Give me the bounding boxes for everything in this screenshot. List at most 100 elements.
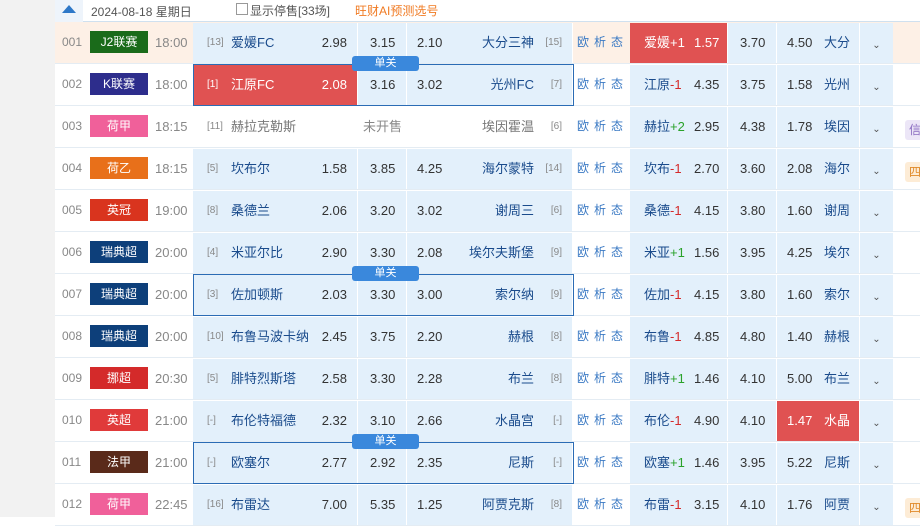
handicap-home-cell[interactable]: 江原 -1 4.35 bbox=[630, 65, 728, 105]
expand-chevron-icon[interactable]: ⌄ bbox=[860, 107, 893, 147]
show-suspended-checkbox[interactable] bbox=[236, 3, 248, 15]
handicap-home-cell[interactable]: 腓特 +1 1.46 bbox=[630, 359, 728, 399]
link-xi[interactable]: 析 bbox=[594, 497, 609, 511]
league-badge[interactable]: 瑞典超 bbox=[90, 283, 148, 305]
handicap-home-cell[interactable]: 坎布 -1 2.70 bbox=[630, 149, 728, 189]
link-ou[interactable]: 欧 bbox=[577, 371, 592, 385]
home-odds-cell[interactable]: [8] 桑德兰 2.06 bbox=[193, 191, 358, 231]
handicap-draw-cell[interactable]: 3.80 bbox=[728, 191, 777, 231]
away-odds-cell[interactable]: 4.25 海尔蒙特 [14] bbox=[407, 149, 573, 189]
home-odds-cell[interactable]: [-] 欧塞尔 2.77 bbox=[193, 443, 358, 483]
link-xi[interactable]: 析 bbox=[594, 245, 609, 259]
draw-odds-cell[interactable]: 2.92 bbox=[358, 443, 407, 483]
draw-odds-cell[interactable]: 5.35 bbox=[358, 485, 407, 525]
ai-prediction-link[interactable]: 旺财AI预测选号 bbox=[355, 2, 438, 19]
home-odds-cell[interactable]: [1] 江原FC 2.08 bbox=[193, 65, 358, 105]
home-odds-cell[interactable]: [-] 布伦特福德 2.32 bbox=[193, 401, 358, 441]
handicap-draw-cell[interactable]: 3.60 bbox=[728, 149, 777, 189]
handicap-draw-cell[interactable]: 3.75 bbox=[728, 65, 777, 105]
link-ou[interactable]: 欧 bbox=[577, 413, 592, 427]
link-xi[interactable]: 析 bbox=[594, 371, 609, 385]
draw-odds-cell[interactable]: 3.30 bbox=[358, 275, 407, 315]
handicap-home-cell[interactable]: 布鲁 -1 4.85 bbox=[630, 317, 728, 357]
handicap-away-cell[interactable]: 1.58 光州 bbox=[777, 65, 860, 105]
link-ou[interactable]: 欧 bbox=[577, 77, 592, 91]
link-ou[interactable]: 欧 bbox=[577, 497, 592, 511]
handicap-away-cell[interactable]: 1.76 阿贾 bbox=[777, 485, 860, 525]
expand-chevron-icon[interactable]: ⌄ bbox=[860, 317, 893, 357]
link-xi[interactable]: 析 bbox=[594, 203, 609, 217]
home-odds-cell[interactable]: [4] 米亚尔比 2.90 bbox=[193, 233, 358, 273]
link-xi[interactable]: 析 bbox=[594, 413, 609, 427]
league-badge[interactable]: J2联赛 bbox=[90, 31, 148, 53]
handicap-draw-cell[interactable]: 3.95 bbox=[728, 233, 777, 273]
link-xi[interactable]: 析 bbox=[594, 119, 609, 133]
league-badge[interactable]: 瑞典超 bbox=[90, 241, 148, 263]
link-ou[interactable]: 欧 bbox=[577, 203, 592, 217]
link-tai[interactable]: 态 bbox=[611, 77, 626, 91]
handicap-home-cell[interactable]: 欧塞 +1 1.46 bbox=[630, 443, 728, 483]
link-tai[interactable]: 态 bbox=[611, 161, 626, 175]
link-xi[interactable]: 析 bbox=[594, 329, 609, 343]
handicap-draw-cell[interactable]: 4.10 bbox=[728, 485, 777, 525]
link-ou[interactable]: 欧 bbox=[577, 287, 592, 301]
expand-chevron-icon[interactable]: ⌄ bbox=[860, 233, 893, 273]
expand-chevron-icon[interactable]: ⌄ bbox=[860, 359, 893, 399]
link-ou[interactable]: 欧 bbox=[577, 35, 592, 49]
away-odds-cell[interactable]: 3.02 光州FC [7] bbox=[407, 65, 573, 105]
handicap-away-cell[interactable]: 5.00 布兰 bbox=[777, 359, 860, 399]
handicap-home-cell[interactable]: 佐加 -1 4.15 bbox=[630, 275, 728, 315]
handicap-home-cell[interactable]: 布雷 -1 3.15 bbox=[630, 485, 728, 525]
link-tai[interactable]: 态 bbox=[611, 203, 626, 217]
handicap-away-cell[interactable]: 1.40 赫根 bbox=[777, 317, 860, 357]
handicap-away-cell[interactable]: 1.78 埃因 bbox=[777, 107, 860, 147]
away-odds-cell[interactable]: 2.10 大分三神 [15] bbox=[407, 23, 573, 63]
handicap-away-cell[interactable]: 5.22 尼斯 bbox=[777, 443, 860, 483]
home-odds-cell[interactable]: [13] 爱媛FC 2.98 bbox=[193, 23, 358, 63]
expand-chevron-icon[interactable]: ⌄ bbox=[860, 65, 893, 105]
handicap-home-cell[interactable]: 米亚 +1 1.56 bbox=[630, 233, 728, 273]
link-ou[interactable]: 欧 bbox=[577, 455, 592, 469]
link-xi[interactable]: 析 bbox=[594, 77, 609, 91]
expand-chevron-icon[interactable]: ⌄ bbox=[860, 23, 893, 63]
handicap-away-cell[interactable]: 1.60 索尔 bbox=[777, 275, 860, 315]
link-tai[interactable]: 态 bbox=[611, 329, 626, 343]
handicap-draw-cell[interactable]: 4.10 bbox=[728, 401, 777, 441]
link-xi[interactable]: 析 bbox=[594, 161, 609, 175]
link-tai[interactable]: 态 bbox=[611, 455, 626, 469]
draw-odds-cell[interactable]: 3.75 bbox=[358, 317, 407, 357]
handicap-away-cell[interactable]: 4.25 埃尔 bbox=[777, 233, 860, 273]
league-badge[interactable]: 荷甲 bbox=[90, 493, 148, 515]
link-ou[interactable]: 欧 bbox=[577, 161, 592, 175]
draw-odds-cell[interactable]: 3.85 bbox=[358, 149, 407, 189]
handicap-home-cell[interactable]: 赫拉 +2 2.95 bbox=[630, 107, 728, 147]
home-odds-cell[interactable]: [5] 腓特烈斯塔 2.58 bbox=[193, 359, 358, 399]
link-tai[interactable]: 态 bbox=[611, 497, 626, 511]
league-badge[interactable]: 瑞典超 bbox=[90, 325, 148, 347]
expand-chevron-icon[interactable]: ⌄ bbox=[860, 485, 893, 525]
away-odds-cell[interactable]: 2.35 尼斯 [-] bbox=[407, 443, 573, 483]
link-xi[interactable]: 析 bbox=[594, 287, 609, 301]
handicap-draw-cell[interactable]: 3.95 bbox=[728, 443, 777, 483]
away-odds-cell[interactable]: 3.02 谢周三 [6] bbox=[407, 191, 573, 231]
handicap-away-cell[interactable]: 1.60 谢周 bbox=[777, 191, 860, 231]
home-odds-cell[interactable]: [10] 布鲁马波卡纳 2.45 bbox=[193, 317, 358, 357]
handicap-away-cell[interactable]: 4.50 大分 bbox=[777, 23, 860, 63]
expand-chevron-icon[interactable]: ⌄ bbox=[860, 149, 893, 189]
league-badge[interactable]: 法甲 bbox=[90, 451, 148, 473]
link-tai[interactable]: 态 bbox=[611, 35, 626, 49]
home-odds-cell[interactable]: [3] 佐加顿斯 2.03 bbox=[193, 275, 358, 315]
expand-chevron-icon[interactable]: ⌄ bbox=[860, 275, 893, 315]
handicap-home-cell[interactable]: 布伦 -1 4.90 bbox=[630, 401, 728, 441]
league-badge[interactable]: K联赛 bbox=[90, 73, 148, 95]
link-ou[interactable]: 欧 bbox=[577, 119, 592, 133]
handicap-draw-cell[interactable]: 4.80 bbox=[728, 317, 777, 357]
away-odds-cell[interactable]: 2.66 水晶宫 [-] bbox=[407, 401, 573, 441]
handicap-home-cell[interactable]: 桑德 -1 4.15 bbox=[630, 191, 728, 231]
link-tai[interactable]: 态 bbox=[611, 371, 626, 385]
handicap-draw-cell[interactable]: 3.70 bbox=[728, 23, 777, 63]
handicap-away-cell[interactable]: 2.08 海尔 bbox=[777, 149, 860, 189]
away-odds-cell[interactable]: 3.00 索尔纳 [9] bbox=[407, 275, 573, 315]
link-xi[interactable]: 析 bbox=[594, 455, 609, 469]
link-ou[interactable]: 欧 bbox=[577, 245, 592, 259]
